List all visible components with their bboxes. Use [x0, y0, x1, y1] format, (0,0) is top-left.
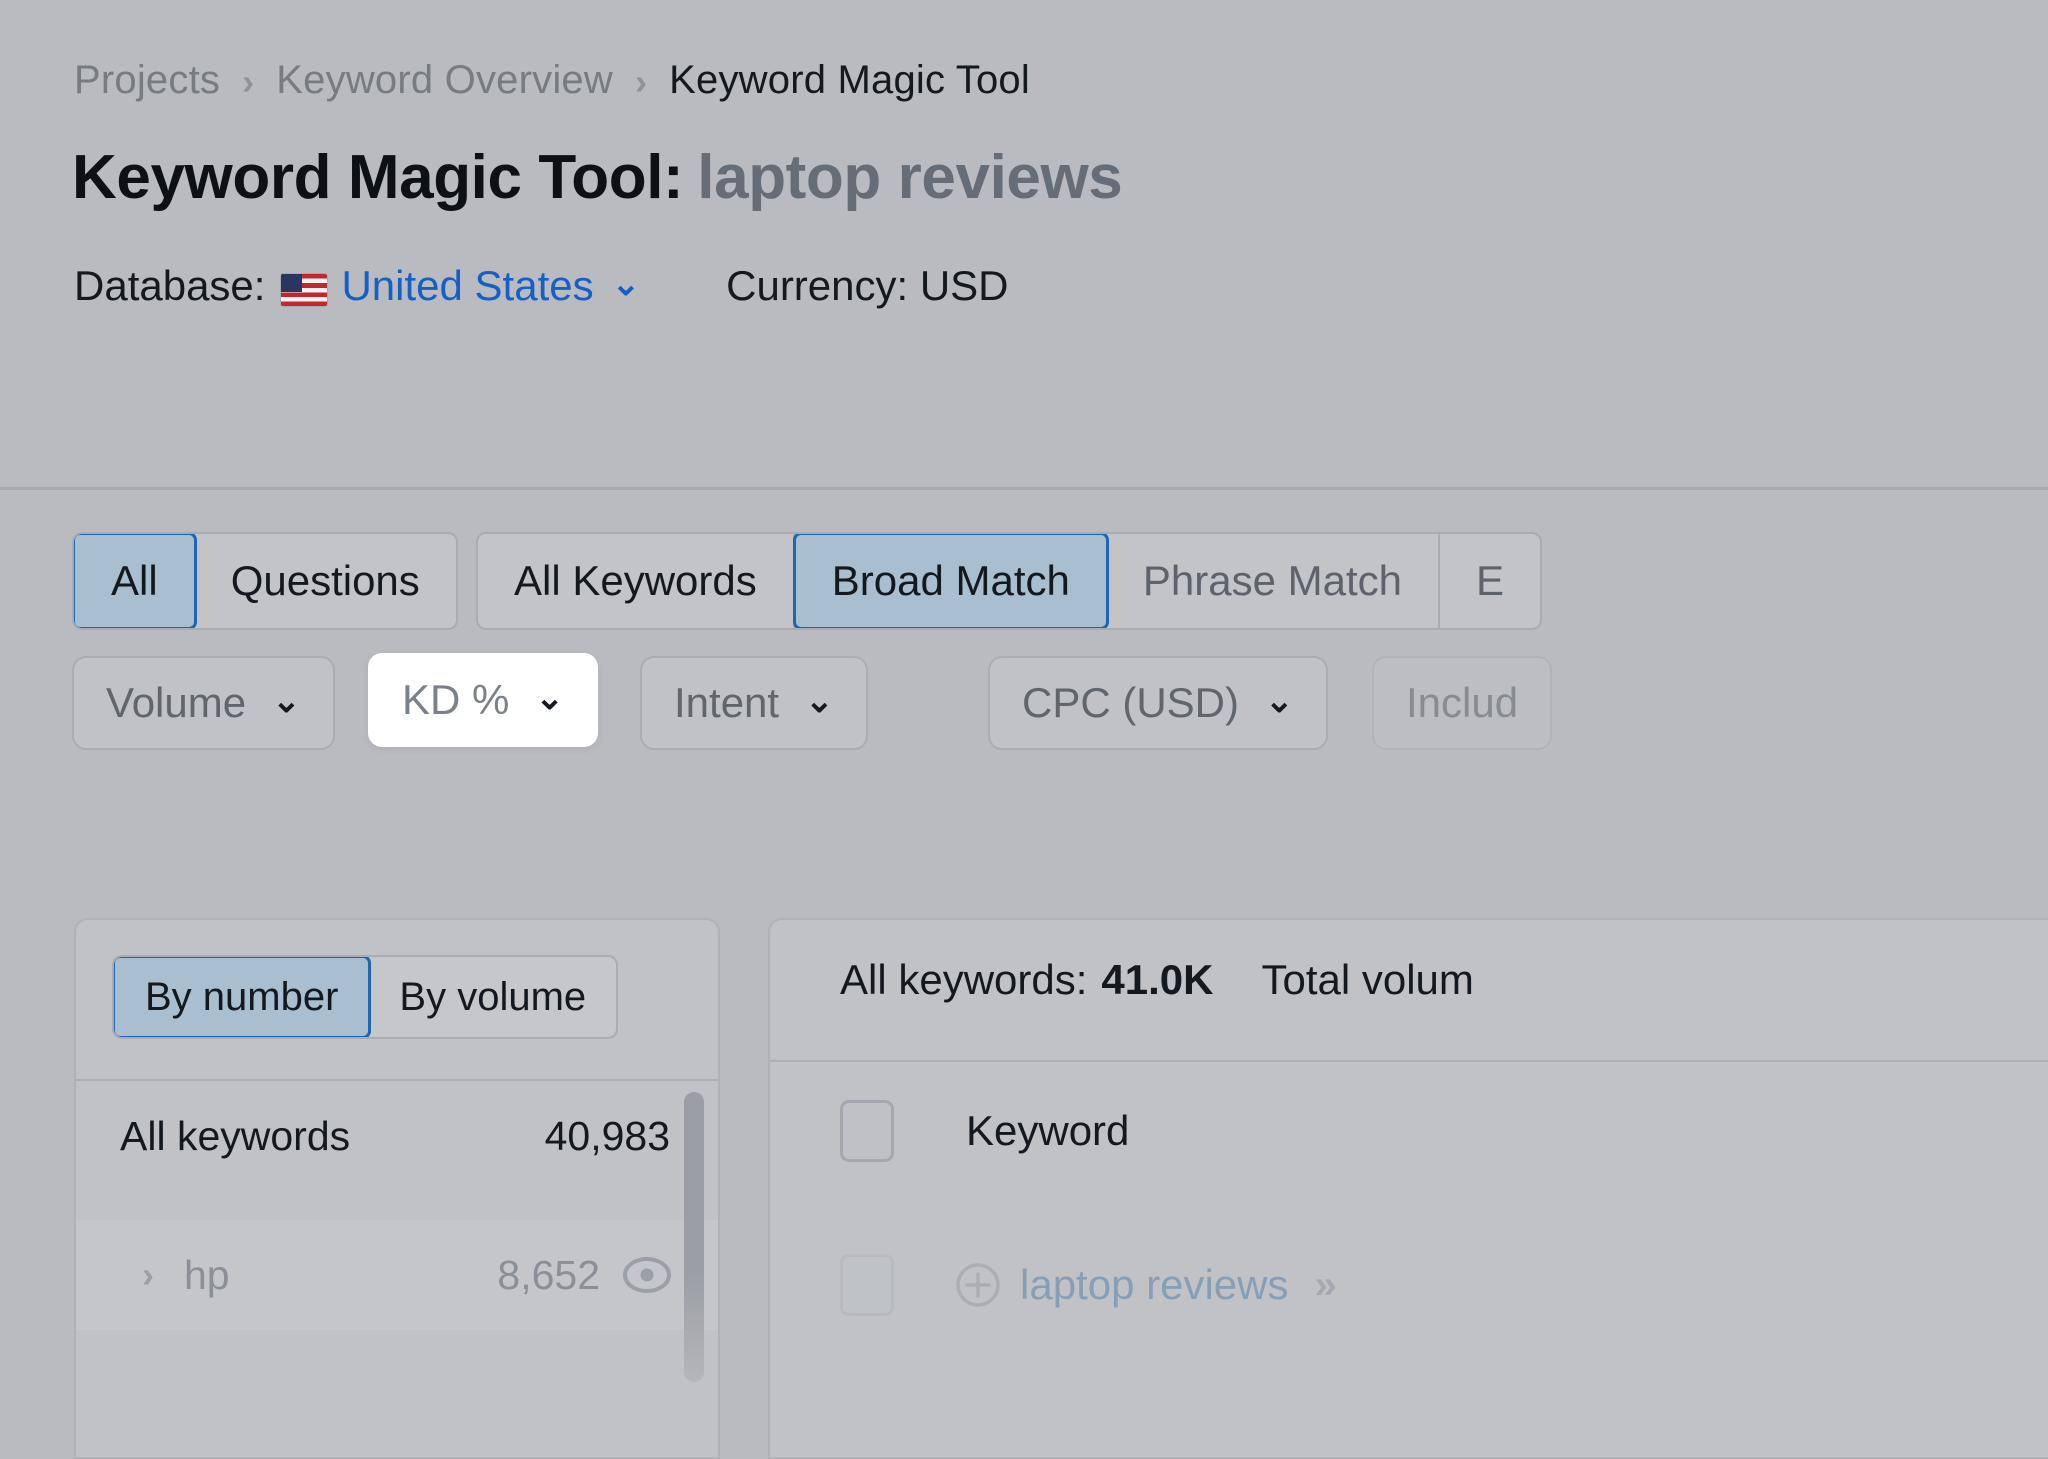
toggle-by-volume[interactable]: By volume — [369, 957, 616, 1037]
page-title-text: Keyword Magic Tool: — [72, 143, 684, 212]
chevron-down-icon: ⌄ — [272, 682, 301, 720]
results-divider — [770, 1060, 2048, 1062]
breadcrumb-item-keyword-magic-tool[interactable]: Keyword Magic Tool — [669, 58, 1030, 103]
page-header: Projects › Keyword Overview › Keyword Ma… — [0, 0, 2048, 490]
row-checkbox[interactable] — [840, 1254, 894, 1316]
group-name: hp — [184, 1251, 230, 1298]
group-name: All keywords — [120, 1112, 351, 1159]
database-selector[interactable]: United States — [341, 262, 593, 310]
results-summary: All keywords: 41.0K Total volum — [840, 956, 1474, 1004]
tab-questions[interactable]: Questions — [195, 534, 456, 628]
filter-kd[interactable]: KD % ⌄ — [368, 653, 598, 747]
chevron-right-icon[interactable]: › — [126, 1254, 170, 1296]
summary-fade-overlay — [1748, 920, 2048, 1060]
tab-exact-match[interactable]: E — [1440, 534, 1540, 628]
match-type-tabs: All Keywords Broad Match Phrase Match E — [476, 532, 1543, 630]
group-by-toggle: By number By volume — [112, 955, 619, 1039]
keyword-text[interactable]: laptop reviews — [1020, 1261, 1288, 1309]
expand-double-chevron-icon[interactable]: » — [1314, 1263, 1336, 1308]
page-title: Keyword Magic Tool: laptop reviews — [72, 142, 1123, 213]
group-count: 40,983 — [544, 1112, 670, 1159]
left-panel-scrollbar[interactable] — [684, 1092, 704, 1382]
eye-icon[interactable] — [620, 1256, 674, 1294]
chevron-down-icon[interactable]: ⌄ — [612, 264, 641, 304]
filter-kd-label: KD % — [402, 676, 510, 723]
tab-broad-match[interactable]: Broad Match — [792, 534, 1109, 628]
filter-cpc-label: CPC (USD) — [1022, 679, 1239, 726]
chevron-down-icon: ⌄ — [535, 679, 564, 717]
filter-include-label: Includ — [1406, 679, 1519, 726]
table-row[interactable]: laptop reviews » — [770, 1220, 2048, 1350]
keyword-cell[interactable]: laptop reviews » — [954, 1261, 1337, 1309]
tab-all[interactable]: All — [73, 534, 197, 628]
select-all-checkbox[interactable] — [840, 1100, 894, 1162]
breadcrumb-item-projects[interactable]: Projects — [74, 58, 220, 103]
chevron-down-icon: ⌄ — [805, 682, 834, 720]
summary-all-keywords-value: 41.0K — [1101, 956, 1214, 1003]
results-table-header: Keyword — [770, 1066, 2048, 1196]
breadcrumb-separator-icon: › — [242, 60, 255, 102]
database-label: Database: — [74, 262, 266, 309]
chevron-down-icon: ⌄ — [1265, 682, 1294, 720]
filter-cpc[interactable]: CPC (USD) ⌄ — [988, 656, 1328, 750]
group-count: 8,652 — [497, 1251, 600, 1298]
filter-include[interactable]: Includ — [1372, 656, 1553, 750]
summary-total-volume-label: Total volum — [1261, 956, 1474, 1003]
filter-bar: All Questions All Keywords Broad Match P… — [0, 493, 2048, 873]
tab-all-keywords[interactable]: All Keywords — [478, 534, 795, 628]
filter-volume-label: Volume — [106, 679, 247, 726]
group-row-all-keywords[interactable]: All keywords 40,983 — [76, 1081, 718, 1191]
currency-label: Currency: USD — [726, 262, 1009, 309]
group-row-hp[interactable]: › hp 8,652 — [76, 1220, 718, 1330]
database-meta-row: Database: United States ⌄ Currency: USD — [74, 262, 1009, 310]
filter-intent-label: Intent — [674, 679, 780, 726]
breadcrumb-item-keyword-overview[interactable]: Keyword Overview — [276, 58, 613, 103]
tab-phrase-match[interactable]: Phrase Match — [1107, 534, 1441, 628]
keyword-type-tabs: All Questions — [72, 532, 458, 630]
breadcrumb: Projects › Keyword Overview › Keyword Ma… — [74, 58, 1030, 103]
filter-intent[interactable]: Intent ⌄ — [640, 656, 868, 750]
us-flag-icon — [281, 274, 328, 306]
summary-all-keywords-label: All keywords: — [840, 956, 1088, 1003]
breadcrumb-separator-icon: › — [634, 60, 648, 102]
keyword-groups-panel: By number By volume All keywords 40,983 … — [74, 918, 720, 1459]
filter-volume[interactable]: Volume ⌄ — [72, 656, 335, 750]
page-title-keyword: laptop reviews — [697, 143, 1123, 212]
keyword-results-panel: All keywords: 41.0K Total volum Keyword … — [768, 918, 2048, 1459]
add-keyword-icon[interactable] — [954, 1261, 1002, 1309]
toggle-by-number[interactable]: By number — [114, 957, 372, 1037]
column-header-keyword[interactable]: Keyword — [966, 1107, 1129, 1155]
